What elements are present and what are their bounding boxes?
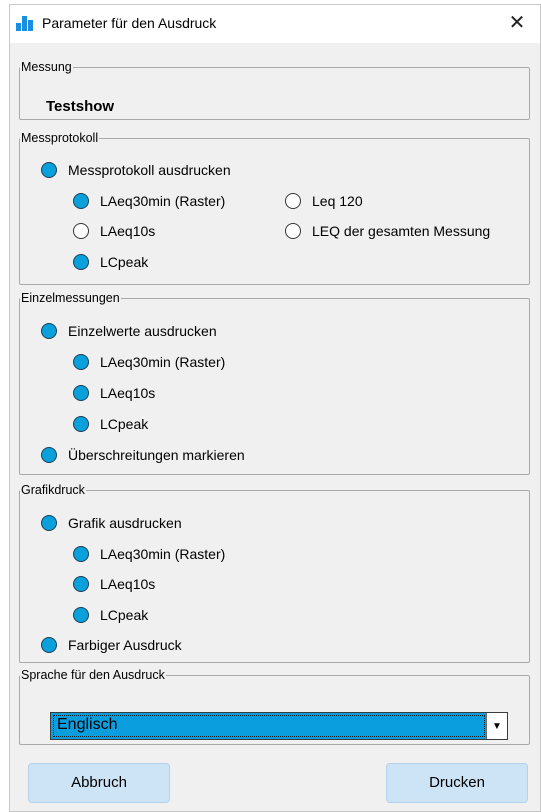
radio-label: Überschreitungen markieren	[68, 447, 245, 463]
measurement-name: Testshow	[46, 98, 115, 115]
radio-label: Messprotokoll ausdrucken	[68, 162, 231, 178]
group-messprotokoll-legend: Messprotokoll	[21, 131, 99, 145]
group-einzelmessungen-legend: Einzelmessungen	[21, 291, 120, 305]
radio-label: Leq 120	[312, 193, 363, 209]
group-messprotokoll: Messprotokoll Messprotokoll ausdrucken L…	[19, 131, 530, 285]
radio-button-icon	[73, 354, 89, 370]
radio-messprotokoll-leq-gesamt[interactable]: LEQ der gesamten Messung	[285, 223, 490, 239]
group-messung-legend: Messung	[21, 60, 72, 74]
radio-button-icon	[73, 416, 89, 432]
bar-chart-icon	[16, 16, 35, 31]
group-einzelmessungen: Einzelmessungen Einzelwerte ausdrucken L…	[19, 291, 530, 475]
radio-label: LCpeak	[100, 607, 149, 623]
radio-label: LAeq10s	[100, 223, 156, 239]
language-dropdown[interactable]: Englisch ▼	[50, 712, 508, 740]
radio-label: Einzelwerte ausdrucken	[68, 323, 217, 339]
radio-label: LCpeak	[100, 416, 149, 432]
radio-label: LAeq30min (Raster)	[100, 354, 226, 370]
radio-label: LAeq10s	[100, 576, 156, 592]
radio-button-icon	[41, 637, 57, 653]
group-sprache-legend: Sprache für den Ausdruck	[21, 668, 165, 682]
radio-grafik-laeq10s[interactable]: LAeq10s	[73, 576, 155, 592]
group-messung: Messung Testshow	[19, 60, 530, 120]
language-selected-value: Englisch	[57, 716, 118, 733]
radio-button-icon	[73, 193, 89, 209]
radio-messprotokoll-leq120[interactable]: Leq 120	[285, 193, 363, 209]
focus-rectangle	[53, 715, 485, 737]
close-icon[interactable]: ✕	[494, 5, 540, 43]
radio-button-icon	[41, 447, 57, 463]
group-grafikdruck-legend: Grafikdruck	[21, 483, 85, 497]
radio-button-icon	[41, 162, 57, 178]
radio-einzel-lcpeak[interactable]: LCpeak	[73, 416, 148, 432]
radio-button-icon	[73, 546, 89, 562]
radio-messprotokoll-lcpeak[interactable]: LCpeak	[73, 254, 148, 270]
radio-label: LAeq10s	[100, 385, 156, 401]
radio-messprotokoll-ausdrucken[interactable]: Messprotokoll ausdrucken	[41, 162, 231, 178]
title-bar: Parameter für den Ausdruck ✕	[10, 5, 540, 43]
group-grafikdruck: Grafikdruck Grafik ausdrucken LAeq30min …	[19, 483, 530, 663]
radio-label: LAeq30min (Raster)	[100, 546, 226, 562]
radio-grafik-lcpeak[interactable]: LCpeak	[73, 607, 148, 623]
radio-label: LEQ der gesamten Messung	[312, 223, 491, 239]
radio-button-icon	[73, 254, 89, 270]
dropdown-arrow-icon[interactable]: ▼	[486, 713, 507, 739]
radio-button-icon	[73, 576, 89, 592]
radio-label: LAeq30min (Raster)	[100, 193, 226, 209]
radio-button-icon	[73, 223, 89, 239]
print-button[interactable]: Drucken	[386, 763, 528, 803]
radio-messprotokoll-laeq10s[interactable]: LAeq10s	[73, 223, 155, 239]
radio-button-icon	[285, 223, 301, 239]
radio-messprotokoll-laeq30min[interactable]: LAeq30min (Raster)	[73, 193, 225, 209]
radio-button-icon	[73, 385, 89, 401]
radio-grafik-ausdrucken[interactable]: Grafik ausdrucken	[41, 515, 182, 531]
radio-button-icon	[41, 323, 57, 339]
radio-label: LCpeak	[100, 254, 149, 270]
radio-label: Farbiger Ausdruck	[68, 637, 182, 653]
print-parameters-dialog: Parameter für den Ausdruck ✕ Messung Tes…	[9, 4, 541, 812]
radio-label: Grafik ausdrucken	[68, 515, 182, 531]
radio-button-icon	[73, 607, 89, 623]
radio-ueberschreitungen-markieren[interactable]: Überschreitungen markieren	[41, 447, 245, 463]
radio-einzel-laeq30min[interactable]: LAeq30min (Raster)	[73, 354, 225, 370]
group-sprache: Sprache für den Ausdruck Englisch ▼	[19, 668, 530, 745]
radio-einzel-laeq10s[interactable]: LAeq10s	[73, 385, 155, 401]
cancel-button[interactable]: Abbruch	[28, 763, 170, 803]
radio-farbiger-ausdruck[interactable]: Farbiger Ausdruck	[41, 637, 182, 653]
radio-button-icon	[41, 515, 57, 531]
radio-button-icon	[285, 193, 301, 209]
radio-einzelwerte-ausdrucken[interactable]: Einzelwerte ausdrucken	[41, 323, 217, 339]
radio-grafik-laeq30min[interactable]: LAeq30min (Raster)	[73, 546, 225, 562]
window-title: Parameter für den Ausdruck	[42, 15, 217, 31]
